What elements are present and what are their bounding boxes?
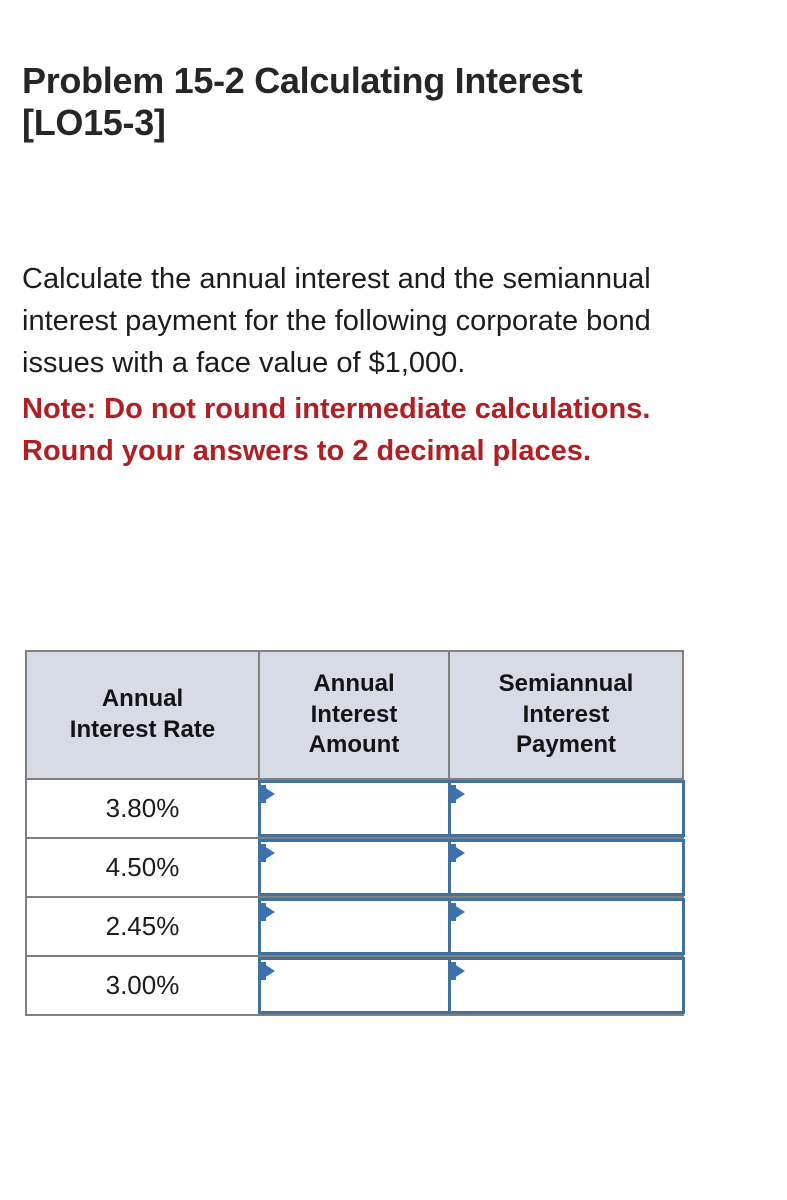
table-row: 2.45%	[25, 896, 685, 957]
table-body: 3.80% 4.50% 2.45% 3.00%	[25, 778, 685, 1016]
annual-interest-amount-input-row-2[interactable]	[281, 844, 444, 891]
header-line: Amount	[308, 731, 400, 759]
header-line: Annual	[101, 685, 184, 713]
header-line: Semiannual	[498, 669, 634, 697]
column-header-annual-interest-rate: Annual Interest Rate	[25, 650, 260, 780]
answer-table-wrapper: Annual Interest Rate Annual Interest Amo…	[25, 650, 685, 1016]
semiannual-interest-payment-input-row-4[interactable]	[471, 962, 678, 1009]
semiannual-interest-payment-input-row-3[interactable]	[471, 903, 678, 950]
answer-box[interactable]	[448, 898, 685, 955]
flag-triangle-icon	[261, 962, 275, 980]
cell-annual-interest-amount[interactable]	[258, 955, 451, 1016]
cell-annual-interest-amount[interactable]	[258, 896, 451, 957]
flag-triangle-icon	[261, 785, 275, 803]
answer-box[interactable]	[448, 957, 685, 1014]
problem-statement: Calculate the annual interest and the se…	[22, 258, 712, 472]
cell-semiannual-interest-payment[interactable]	[448, 837, 685, 898]
column-header-annual-interest-amount: Annual Interest Amount	[258, 650, 450, 780]
table-row: 3.00%	[25, 955, 685, 1016]
semiannual-interest-payment-input-row-2[interactable]	[471, 844, 678, 891]
problem-page: Problem 15-2 Calculating Interest [LO15-…	[0, 0, 787, 1200]
cell-annual-interest-amount[interactable]	[258, 837, 451, 898]
cell-annual-interest-rate: 3.00%	[25, 955, 260, 1016]
rounding-note: Note: Do not round intermediate calculat…	[22, 393, 651, 468]
cell-annual-interest-amount[interactable]	[258, 778, 451, 839]
flag-triangle-icon	[451, 962, 465, 980]
flag-triangle-icon	[261, 844, 275, 862]
header-line: Interest	[310, 700, 398, 728]
flag-triangle-icon	[451, 844, 465, 862]
answer-box[interactable]	[258, 898, 451, 955]
cell-semiannual-interest-payment[interactable]	[448, 896, 685, 957]
semiannual-interest-payment-input-row-1[interactable]	[471, 785, 678, 832]
cell-semiannual-interest-payment[interactable]	[448, 955, 685, 1016]
table-row: 4.50%	[25, 837, 685, 898]
annual-interest-amount-input-row-3[interactable]	[281, 903, 444, 950]
interest-answer-table: Annual Interest Rate Annual Interest Amo…	[25, 650, 685, 1016]
column-header-semiannual-interest-payment: Semiannual Interest Payment	[448, 650, 684, 780]
table-header-row: Annual Interest Rate Annual Interest Amo…	[25, 650, 684, 780]
header-line: Interest	[522, 700, 610, 728]
page-title: Problem 15-2 Calculating Interest [LO15-…	[22, 60, 583, 144]
header-line: Interest Rate	[69, 716, 216, 743]
header-line: Payment	[515, 731, 617, 759]
cell-annual-interest-rate: 2.45%	[25, 896, 260, 957]
answer-box[interactable]	[258, 957, 451, 1014]
annual-interest-amount-input-row-1[interactable]	[281, 785, 444, 832]
flag-triangle-icon	[451, 785, 465, 803]
annual-interest-amount-input-row-4[interactable]	[281, 962, 444, 1009]
table-row: 3.80%	[25, 778, 685, 839]
cell-semiannual-interest-payment[interactable]	[448, 778, 685, 839]
answer-box[interactable]	[258, 839, 451, 896]
cell-annual-interest-rate: 3.80%	[25, 778, 260, 839]
flag-triangle-icon	[451, 903, 465, 921]
answer-box[interactable]	[448, 839, 685, 896]
table-header: Annual Interest Rate Annual Interest Amo…	[25, 650, 684, 780]
header-line: Annual	[313, 669, 395, 697]
answer-box[interactable]	[448, 780, 685, 837]
answer-box[interactable]	[258, 780, 451, 837]
problem-prompt: Calculate the annual interest and the se…	[22, 263, 651, 380]
flag-triangle-icon	[261, 903, 275, 921]
cell-annual-interest-rate: 4.50%	[25, 837, 260, 898]
